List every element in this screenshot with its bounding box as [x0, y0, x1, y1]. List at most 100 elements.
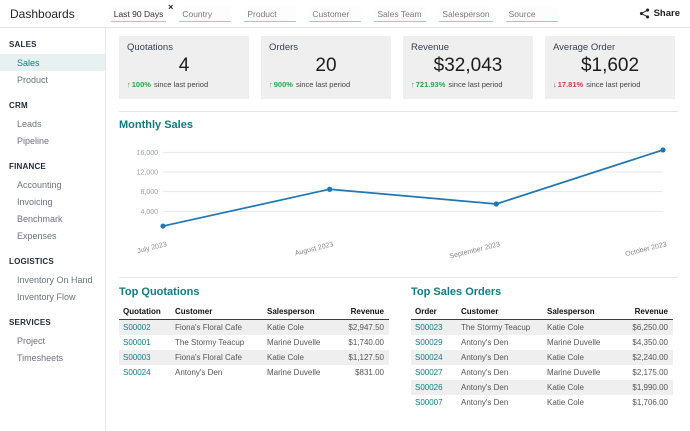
kpi-change-note: since last period: [448, 80, 502, 89]
column-header-revenue: Revenue: [335, 305, 389, 320]
filter-label: Country: [182, 9, 212, 19]
kpi-title: Quotations: [127, 42, 241, 53]
remove-filter-icon[interactable]: ×: [168, 2, 173, 12]
sidebar-section-title: SALES: [0, 40, 105, 54]
monthly-sales-chart: 4,0008,00012,00016,000July 2023August 20…: [119, 133, 678, 273]
kpi-change-note: since last period: [154, 80, 208, 89]
record-link[interactable]: S00024: [119, 365, 171, 380]
column-header-customer: Customer: [171, 305, 263, 320]
filter-sales-team[interactable]: Sales Team: [374, 6, 426, 22]
top-sales-orders-table: OrderCustomerSalespersonRevenueS00023The…: [411, 305, 673, 410]
sidebar-section-sales: SALESSalesProduct: [0, 40, 105, 88]
monthly-sales-section: Monthly Sales 4,0008,00012,00016,000July…: [119, 111, 678, 273]
table-row: S00023The Stormy TeacupKatie Cole$6,250.…: [411, 320, 673, 336]
record-link[interactable]: S00024: [411, 350, 457, 365]
table-row: S00002Fiona's Floral CafeKatie Cole$2,94…: [119, 320, 389, 336]
table-cell: $1,740.00: [335, 335, 389, 350]
filter-country[interactable]: Country: [179, 6, 231, 22]
record-link[interactable]: S00023: [411, 320, 457, 336]
sidebar-item-project[interactable]: Project: [0, 332, 105, 349]
table-row: S00024Antony's DenMarine Duvelle$831.00: [119, 365, 389, 380]
filter-last-90-days[interactable]: Last 90 Days×: [111, 6, 167, 22]
kpi-change: ↑900%since last period: [269, 80, 383, 89]
filter-source[interactable]: Source: [506, 6, 558, 22]
column-header-salesperson: Salesperson: [263, 305, 335, 320]
kpi-change-note: since last period: [586, 80, 640, 89]
record-link[interactable]: S00026: [411, 380, 457, 395]
table-row: S00007Antony's DenKatie Cole$1,706.00: [411, 395, 673, 410]
sidebar: SALESSalesProduct CRMLeadsPipeline FINANCE…: [0, 28, 106, 431]
table-cell: Antony's Den: [457, 335, 543, 350]
table-cell: $2,175.00: [615, 365, 673, 380]
table-cell: Marine Duvelle: [263, 335, 335, 350]
table-cell: $2,947.50: [335, 320, 389, 336]
svg-text:16,000: 16,000: [137, 150, 159, 157]
sidebar-item-product[interactable]: Product: [0, 71, 105, 88]
tables-row: Top Quotations QuotationCustomerSalespers…: [119, 277, 678, 410]
kpi-value: 20: [269, 55, 383, 77]
kpi-change-percent: 17.81%: [558, 80, 583, 89]
filter-salesperson[interactable]: Salesperson: [439, 6, 492, 22]
sidebar-item-leads[interactable]: Leads: [0, 115, 105, 132]
sidebar-item-accounting[interactable]: Accounting: [0, 176, 105, 193]
sidebar-section-finance: FINANCEAccountingInvoicingBenchmarkExpen…: [0, 162, 105, 244]
table-cell: Katie Cole: [543, 320, 615, 336]
table-header-row: QuotationCustomerSalespersonRevenue: [119, 305, 389, 320]
sidebar-section-logistics: LOGISTICSInventory On HandInventory Flow: [0, 257, 105, 305]
svg-text:July 2023: July 2023: [137, 241, 168, 255]
table-cell: Antony's Den: [457, 350, 543, 365]
column-header-customer: Customer: [457, 305, 543, 320]
kpi-change: ↓17.81%since last period: [553, 80, 667, 89]
record-link[interactable]: S00029: [411, 335, 457, 350]
sidebar-item-invoicing[interactable]: Invoicing: [0, 193, 105, 210]
arrow-down-icon: ↓: [553, 80, 557, 89]
sidebar-section-title: SERVICES: [0, 318, 105, 332]
column-header-salesperson: Salesperson: [543, 305, 615, 320]
table-cell: Antony's Den: [457, 380, 543, 395]
table-cell: $1,127.50: [335, 350, 389, 365]
sidebar-item-inventory-flow[interactable]: Inventory Flow: [0, 288, 105, 305]
record-link[interactable]: S00002: [119, 320, 171, 336]
record-link[interactable]: S00003: [119, 350, 171, 365]
share-label: Share: [654, 8, 680, 19]
sidebar-item-pipeline[interactable]: Pipeline: [0, 132, 105, 149]
table-cell: $1,990.00: [615, 380, 673, 395]
share-button[interactable]: Share: [639, 8, 680, 19]
table-title: Top Quotations: [119, 286, 389, 298]
sidebar-item-sales[interactable]: Sales: [0, 54, 105, 71]
table-cell: Antony's Den: [457, 395, 543, 410]
table-row: S00027Antony's DenMarine Duvelle$2,175.0…: [411, 365, 673, 380]
sidebar-section-title: CRM: [0, 101, 105, 115]
kpi-title: Orders: [269, 42, 383, 53]
svg-text:August 2023: August 2023: [294, 241, 334, 257]
kpi-change-note: since last period: [296, 80, 350, 89]
arrow-up-icon: ↑: [127, 80, 131, 89]
filter-customer[interactable]: Customer: [309, 6, 361, 22]
sidebar-item-timesheets[interactable]: Timesheets: [0, 349, 105, 366]
filter-product[interactable]: Product: [244, 6, 296, 22]
record-link[interactable]: S00001: [119, 335, 171, 350]
table-row: S00001The Stormy TeacupMarine Duvelle$1,…: [119, 335, 389, 350]
kpi-value: 4: [127, 55, 241, 77]
kpi-value: $32,043: [411, 55, 525, 77]
table-row: S00003Fiona's Floral CafeKatie Cole$1,12…: [119, 350, 389, 365]
table-cell: Marine Duvelle: [543, 365, 615, 380]
sidebar-item-inventory-on-hand[interactable]: Inventory On Hand: [0, 271, 105, 288]
sidebar-item-benchmark[interactable]: Benchmark: [0, 210, 105, 227]
kpi-change: ↑721.93%since last period: [411, 80, 525, 89]
sidebar-item-expenses[interactable]: Expenses: [0, 227, 105, 244]
table-cell: $1,706.00: [615, 395, 673, 410]
table-header-row: OrderCustomerSalespersonRevenue: [411, 305, 673, 320]
top-quotations-table: QuotationCustomerSalespersonRevenueS0000…: [119, 305, 389, 380]
record-link[interactable]: S00007: [411, 395, 457, 410]
kpi-change: ↑100%since last period: [127, 80, 241, 89]
table-row: S00029Antony's DenMarine Duvelle$4,350.0…: [411, 335, 673, 350]
top-quotations-section: Top Quotations QuotationCustomerSalespers…: [119, 286, 389, 410]
sidebar-section-services: SERVICESProjectTimesheets: [0, 318, 105, 366]
filter-bar: Last 90 Days× Country Product Customer Sales…: [111, 6, 633, 22]
table-cell: $4,350.00: [615, 335, 673, 350]
record-link[interactable]: S00027: [411, 365, 457, 380]
app-title: Dashboards: [10, 7, 75, 21]
kpi-card-average-order: Average Order$1,602↓17.81%since last per…: [545, 36, 675, 99]
sidebar-section-crm: CRMLeadsPipeline: [0, 101, 105, 149]
